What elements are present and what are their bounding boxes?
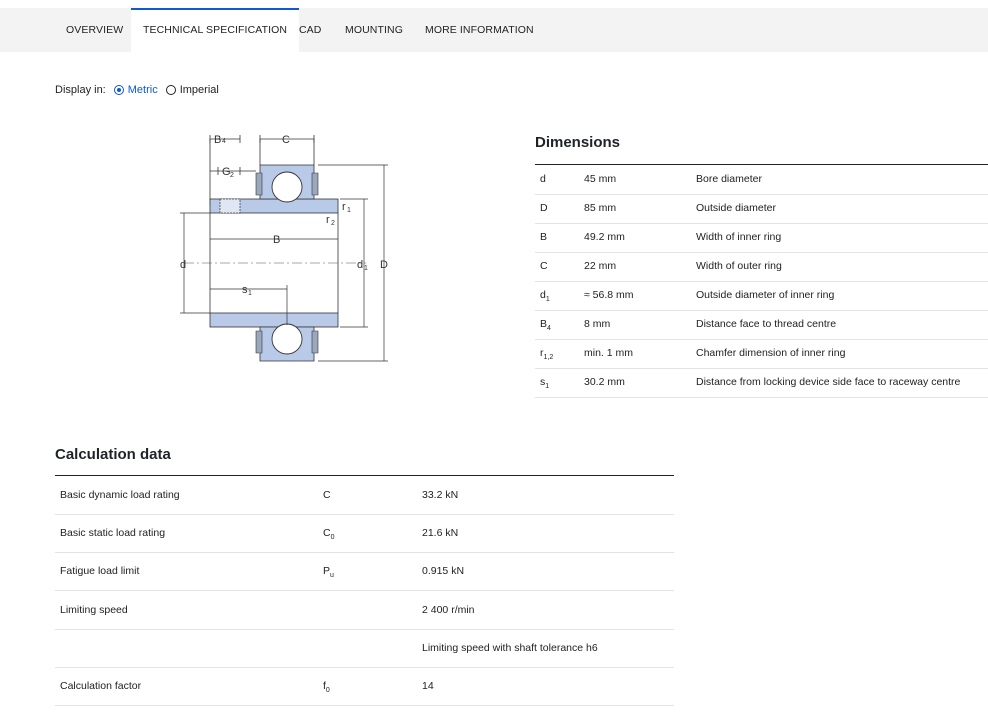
calculation-row: Fatigue load limit Pu 0.915 kN xyxy=(55,552,674,592)
dimension-row: d 45 mm Bore diameter xyxy=(535,165,988,195)
tab-technical-specification[interactable]: TECHNICAL SPECIFICATION xyxy=(131,8,300,52)
svg-text:1: 1 xyxy=(364,265,368,272)
unit-selector: Display in: Metric Imperial xyxy=(55,84,219,96)
dimension-description: Distance face to thread centre xyxy=(696,318,837,330)
dimension-description: Distance from locking device side face t… xyxy=(696,376,961,388)
calculation-row: Limiting speed with shaft tolerance h6 xyxy=(55,629,674,668)
tab-bar: OVERVIEW TECHNICAL SPECIFICATION CAD MOU… xyxy=(0,8,988,52)
dimension-symbol: s1 xyxy=(540,376,550,391)
tab-overview[interactable]: OVERVIEW xyxy=(66,8,123,52)
label-r1: r xyxy=(342,201,346,213)
calculation-title: Calculation data xyxy=(55,446,171,463)
calculation-symbol: Pu xyxy=(323,565,334,580)
dimension-row: d1 ≈ 56.8 mm Outside diameter of inner rin… xyxy=(535,281,988,311)
dimension-symbol: r1,2 xyxy=(540,347,554,362)
metric-label[interactable]: Metric xyxy=(128,84,158,96)
dimension-value: ≈ 56.8 mm xyxy=(584,289,634,301)
calculation-value: 21.6 kN xyxy=(422,527,459,540)
tab-cad[interactable]: CAD xyxy=(299,8,321,52)
imperial-label[interactable]: Imperial xyxy=(180,84,219,96)
metric-radio[interactable] xyxy=(113,85,124,95)
display-label: Display in: xyxy=(55,84,106,96)
dimension-value: 8 mm xyxy=(584,318,611,330)
calculation-label: Fatigue load limit xyxy=(60,565,140,578)
calculation-symbol: C0 xyxy=(323,527,335,542)
dimension-value: 30.2 mm xyxy=(584,376,625,388)
calculation-value: 0.915 kN xyxy=(422,565,465,578)
calculation-label: Basic dynamic load rating xyxy=(60,489,180,501)
label-c: C xyxy=(282,134,290,146)
svg-text:4: 4 xyxy=(222,138,226,145)
dimension-symbol: B xyxy=(540,231,548,243)
label-d1: d xyxy=(357,259,363,271)
dimension-symbol: B4 xyxy=(540,318,551,333)
dimension-value: 85 mm xyxy=(584,202,617,214)
calculation-row: Calculation factor f0 14 xyxy=(55,667,674,706)
calculation-row: Basic static load rating C0 21.6 kN xyxy=(55,514,674,554)
dimension-description: Bore diameter xyxy=(696,173,762,185)
dimension-row: s1 30.2 mm Distance from locking device si… xyxy=(535,368,988,398)
dimensions-title: Dimensions xyxy=(535,134,621,151)
dimension-description: Outside diameter of inner ring xyxy=(696,289,835,301)
svg-text:2: 2 xyxy=(331,220,335,227)
dimension-value: 22 mm xyxy=(584,260,617,272)
label-b: B xyxy=(273,234,280,246)
dimension-symbol: C xyxy=(540,260,548,272)
dimension-row: B4 8 mm Distance face to thread centre xyxy=(535,310,988,340)
svg-text:2: 2 xyxy=(230,172,234,179)
dimension-description: Width of inner ring xyxy=(696,231,782,243)
calculation-value: 14 xyxy=(422,680,434,692)
bearing-drawing: B 4 C G 2 r 1 r 2 B d d 1 D s 1 xyxy=(180,134,388,362)
dimension-row: r1,2 min. 1 mm Chamfer dimension of inner … xyxy=(535,339,988,369)
calculation-label: Basic static load rating xyxy=(60,527,166,540)
svg-text:1: 1 xyxy=(248,290,252,297)
calculation-symbol: C xyxy=(323,489,331,501)
calculation-value: 33.2 kN xyxy=(422,489,459,501)
dimension-value: 45 mm xyxy=(584,173,617,185)
calculation-label: Calculation factor xyxy=(60,680,142,692)
calculation-row: Limiting speed 2 400 r/min xyxy=(55,591,674,630)
tab-mounting[interactable]: MOUNTING xyxy=(345,8,403,52)
dimension-row: B 49.2 mm Width of inner ring xyxy=(535,223,988,253)
dimension-row: D 85 mm Outside diameter xyxy=(535,194,988,224)
dimension-description: Chamfer dimension of inner ring xyxy=(696,347,846,359)
label-b4: B xyxy=(214,134,221,146)
svg-text:1: 1 xyxy=(347,207,351,214)
calculation-symbol: f0 xyxy=(323,680,330,695)
calculation-value: Limiting speed with shaft tolerance h6 xyxy=(422,641,598,654)
label-r2: r xyxy=(326,214,330,226)
dimension-value: min. 1 mm xyxy=(584,347,634,359)
dimension-row: C 22 mm Width of outer ring xyxy=(535,252,988,282)
dimension-description: Outside diameter xyxy=(696,202,776,214)
dimension-symbol: D xyxy=(540,202,548,214)
calculation-row: Basic dynamic load rating C 33.2 kN xyxy=(55,476,674,515)
label-outer-d: D xyxy=(380,259,388,271)
dimension-symbol: d xyxy=(540,173,546,185)
label-d: d xyxy=(180,259,186,271)
tab-more-information[interactable]: MORE INFORMATION xyxy=(425,8,534,52)
calculation-value: 2 400 r/min xyxy=(422,603,475,616)
dimension-description: Width of outer ring xyxy=(696,260,782,272)
dimension-value: 49.2 mm xyxy=(584,231,625,243)
dimension-symbol: d1 xyxy=(540,289,550,304)
imperial-radio[interactable] xyxy=(165,85,176,95)
calculation-label: Limiting speed xyxy=(60,603,128,616)
